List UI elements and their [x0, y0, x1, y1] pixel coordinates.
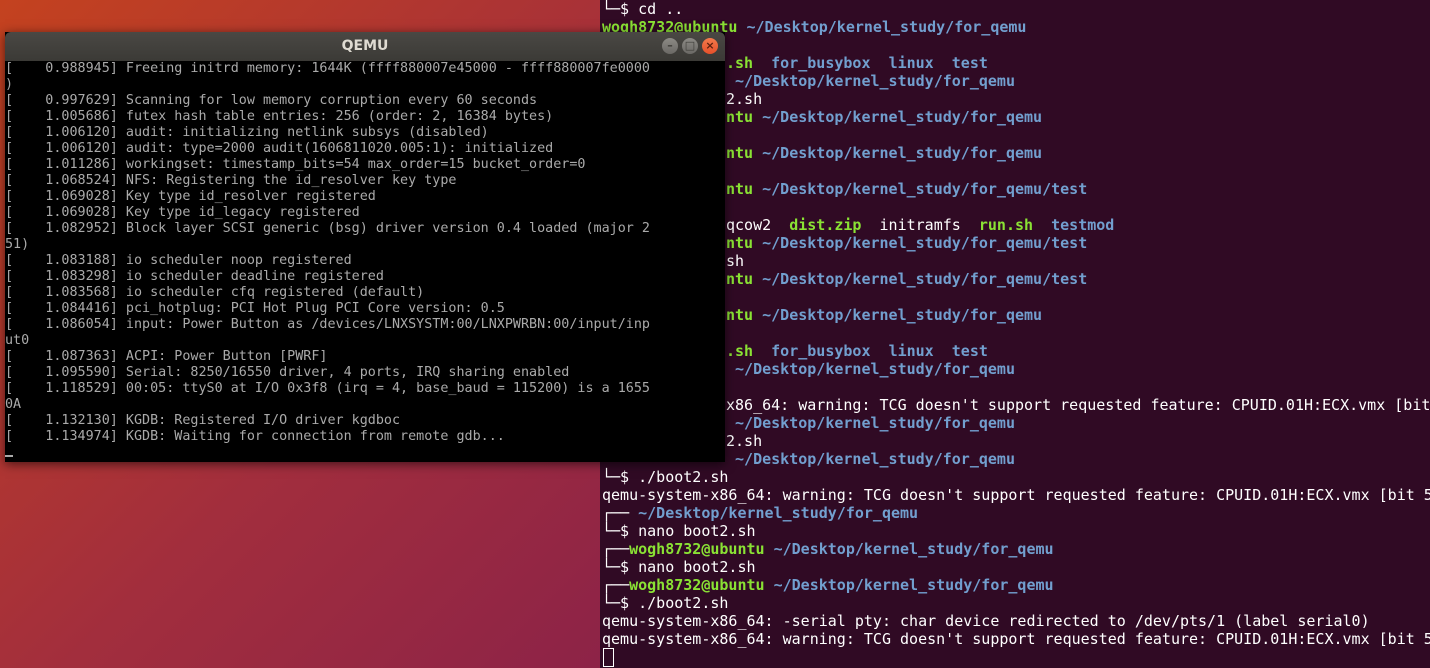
terminal-prompt: ntu ~/Desktop/kernel_study/for_qemu/test [726, 180, 1088, 198]
console-line: [ 1.087363] ACPI: Power Button [PWRF] [5, 349, 328, 364]
qemu-window[interactable]: QEMU – □ × [ 0.988945] Freeing initrd me… [5, 32, 725, 462]
terminal-ls-output: .sh for_busybox linux test [726, 54, 988, 72]
text-cursor [603, 648, 614, 667]
terminal-ls-output: qcow2 dist.zip initramfs run.sh testmod [726, 216, 1115, 234]
terminal-command: └─$ ./boot2.sh [602, 468, 729, 486]
terminal-prompt: ~/Desktop/kernel_study/for_qemu [726, 450, 1015, 468]
terminal-input-line[interactable] [602, 648, 614, 667]
console-line: [ 0.997629] Scanning for low memory corr… [5, 93, 538, 108]
terminal-prompt: ~/Desktop/kernel_study/for_qemu [726, 414, 1015, 432]
console-line: [ 1.086054] input: Power Button as /devi… [5, 317, 650, 332]
terminal-prompt: ntu ~/Desktop/kernel_study/for_qemu/test [726, 270, 1088, 288]
terminal-prompt: ntu ~/Desktop/kernel_study/for_qemu [726, 144, 1043, 162]
terminal-ls-output: .sh for_busybox linux test [726, 342, 988, 360]
terminal-prompt: ┌──wogh8732@ubuntu ~/Desktop/kernel_stud… [602, 540, 1054, 558]
terminal-line: qemu-system-x86_64: -serial pty: char de… [602, 612, 1370, 630]
console-cursor [5, 455, 13, 457]
terminal-prompt: ~/Desktop/kernel_study/for_qemu [726, 72, 1015, 90]
console-line: [ 1.083568] io scheduler cfq registered … [5, 285, 425, 300]
close-button[interactable]: × [702, 38, 718, 54]
console-line: [ 1.006120] audit: type=2000 audit(16068… [5, 141, 554, 156]
console-line: [ 1.069028] Key type id_resolver registe… [5, 189, 376, 204]
console-line: [ 0.988945] Freeing initrd memory: 1644K… [5, 61, 650, 76]
terminal-command: └─$ nano boot2.sh [602, 558, 756, 576]
console-line: [ 1.083298] io scheduler deadline regist… [5, 269, 384, 284]
terminal-prompt: ntu ~/Desktop/kernel_study/for_qemu [726, 306, 1043, 324]
terminal-prompt: ntu ~/Desktop/kernel_study/for_qemu/test [726, 234, 1088, 252]
console-line: 0A [5, 397, 22, 412]
console-line: [ 1.084416] pci_hotplug: PCI Hot Plug PC… [5, 301, 505, 316]
console-line: [ 1.118529] 00:05: ttyS0 at I/O 0x3f8 (i… [5, 381, 650, 396]
qemu-console[interactable]: [ 0.988945] Freeing initrd memory: 1644K… [5, 61, 725, 462]
console-line: [ 1.069028] Key type id_legacy registere… [5, 205, 360, 220]
terminal-line: 2.sh [726, 432, 763, 450]
console-line: ut0 [5, 333, 30, 348]
console-line: [ 1.083188] io scheduler noop registered [5, 253, 352, 268]
console-line: 51) [5, 237, 30, 252]
console-line: [ 1.134974] KGDB: Waiting for connection… [5, 429, 505, 444]
window-title: QEMU [341, 38, 389, 54]
terminal-command: └─$ nano boot2.sh [602, 522, 756, 540]
minimize-button[interactable]: – [662, 38, 678, 54]
terminal-prompt: ┌── ~/Desktop/kernel_study/for_qemu [602, 504, 919, 522]
terminal-line: 2.sh [726, 90, 763, 108]
maximize-button[interactable]: □ [682, 38, 698, 54]
console-cursor-line [5, 445, 13, 461]
console-line: [ 1.095590] Serial: 8250/16550 driver, 4… [5, 365, 570, 380]
terminal-prompt: ~/Desktop/kernel_study/for_qemu [726, 360, 1015, 378]
console-line: ) [5, 77, 14, 92]
qemu-titlebar[interactable]: QEMU – □ × [5, 32, 725, 61]
console-line: [ 1.005686] futex hash table entries: 25… [5, 109, 554, 124]
terminal-prompt: ntu ~/Desktop/kernel_study/for_qemu [726, 108, 1043, 126]
console-line: [ 1.082952] Block layer SCSI generic (bs… [5, 221, 650, 236]
console-line: [ 1.011286] workingset: timestamp_bits=5… [5, 157, 586, 172]
terminal-line: x86_64: warning: TCG doesn't support req… [726, 396, 1430, 414]
terminal-prompt: ┌──wogh8732@ubuntu ~/Desktop/kernel_stud… [602, 576, 1054, 594]
console-line: [ 1.132130] KGDB: Registered I/O driver … [5, 413, 401, 428]
console-line: [ 1.006120] audit: initializing netlink … [5, 125, 489, 140]
terminal-line: qemu-system-x86_64: warning: TCG doesn't… [602, 630, 1430, 648]
terminal-line: └─$ cd .. [602, 0, 684, 18]
console-line: [ 1.068524] NFS: Registering the id_reso… [5, 173, 457, 188]
terminal-line: qemu-system-x86_64: warning: TCG doesn't… [602, 486, 1430, 504]
terminal-command: └─$ ./boot2.sh [602, 594, 729, 612]
terminal-line: sh [726, 252, 745, 270]
